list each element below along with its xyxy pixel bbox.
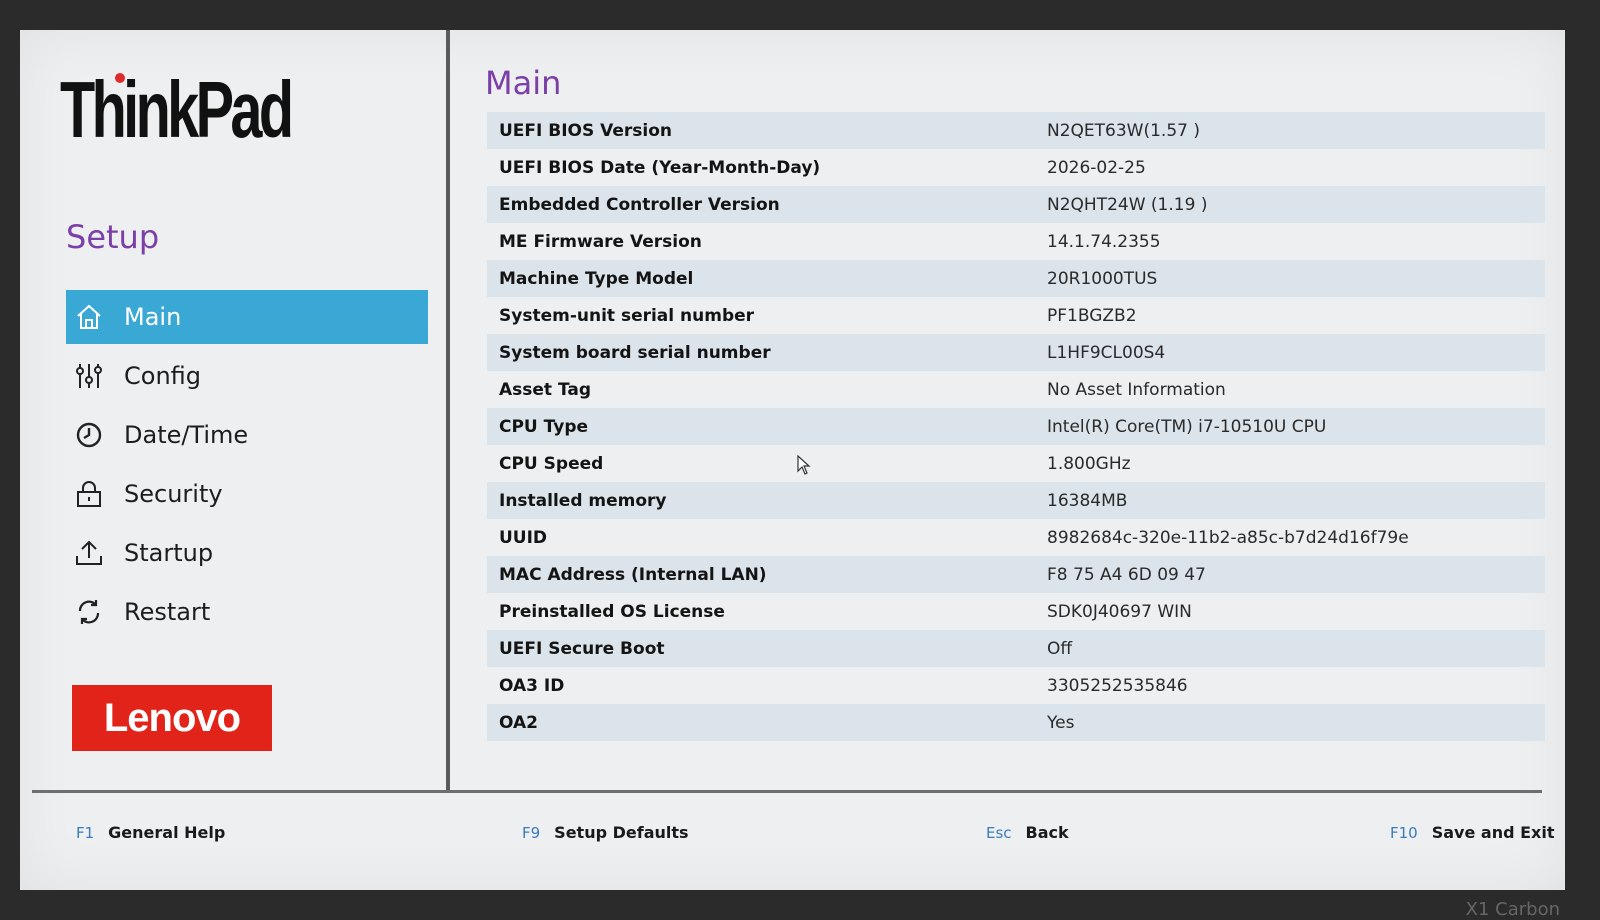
vertical-divider xyxy=(446,30,450,790)
sliders-icon xyxy=(74,361,104,391)
nav-item-label: Config xyxy=(124,362,202,390)
info-row: UEFI BIOS Date (Year-Month-Day) 2026-02-2… xyxy=(487,149,1545,186)
info-label: Machine Type Model xyxy=(499,268,694,289)
key-label: F9 xyxy=(522,824,541,842)
info-value: 2026-02-25 xyxy=(1047,157,1146,178)
info-value: N2QET63W(1.57 ) xyxy=(1047,120,1200,141)
setup-defaults-key[interactable]: F9 Setup Defaults xyxy=(522,823,689,842)
bezel-model-label: X1 Carbon xyxy=(1465,899,1560,920)
help-key[interactable]: F1 General Help xyxy=(76,823,225,842)
info-label: System board serial number xyxy=(499,342,771,363)
thinkpad-red-dot xyxy=(115,73,125,83)
key-action: Setup Defaults xyxy=(554,823,689,842)
info-row: ME Firmware Version 14.1.74.2355 xyxy=(487,223,1545,260)
info-label: Installed memory xyxy=(499,490,667,511)
info-label: CPU Type xyxy=(499,416,589,437)
info-row: System board serial number L1HF9CL00S4 xyxy=(487,334,1545,371)
key-action: Save and Exit xyxy=(1431,823,1555,842)
info-value: N2QHT24W (1.19 ) xyxy=(1047,194,1208,215)
page-title: Main xyxy=(485,64,562,102)
info-label: UEFI BIOS Date (Year-Month-Day) xyxy=(499,157,821,178)
lock-icon xyxy=(74,479,104,509)
key-label: F1 xyxy=(76,824,95,842)
lenovo-logo: Lenovo xyxy=(72,685,272,751)
info-label: UEFI BIOS Version xyxy=(499,120,673,141)
info-row: Preinstalled OS License SDK0J40697 WIN xyxy=(487,593,1545,630)
key-label: Esc xyxy=(986,824,1012,842)
setup-title: Setup xyxy=(66,218,160,256)
nav-item-security[interactable]: Security xyxy=(66,467,428,521)
info-label: OA2 xyxy=(499,712,538,733)
info-value: Yes xyxy=(1047,712,1075,733)
nav-item-label: Date/Time xyxy=(124,421,249,449)
info-row: OA2 Yes xyxy=(487,704,1545,741)
info-value: L1HF9CL00S4 xyxy=(1047,342,1166,363)
info-value: Intel(R) Core(TM) i7-10510U CPU xyxy=(1047,416,1327,437)
info-value: No Asset Information xyxy=(1047,379,1226,400)
info-value: 1.800GHz xyxy=(1047,453,1131,474)
info-row: Embedded Controller Version N2QHT24W (1.1… xyxy=(487,186,1545,223)
key-action: Back xyxy=(1025,823,1069,842)
footer-divider xyxy=(32,790,1542,793)
nav-item-config[interactable]: Config xyxy=(66,349,428,403)
nav-item-label: Startup xyxy=(124,539,214,567)
info-label: OA3 ID xyxy=(499,675,565,696)
footer-bar: F1 General Help F9 Setup Defaults Esc Ba… xyxy=(20,805,1565,855)
info-value: 8982684c-320e-11b2-a85c-b7d24d16f79e xyxy=(1047,527,1409,548)
save-and-exit-key[interactable]: F10 Save and Exit xyxy=(1390,823,1554,842)
info-row: System-unit serial number PF1BGZB2 xyxy=(487,297,1545,334)
info-row: CPU Speed 1.800GHz xyxy=(487,445,1545,482)
info-label: Preinstalled OS License xyxy=(499,601,725,622)
info-row: OA3 ID 3305252535846 xyxy=(487,667,1545,704)
info-row: Machine Type Model 20R1000TUS xyxy=(487,260,1545,297)
bios-screen: ThinkPad Setup Main Config Date/Time Sec… xyxy=(20,30,1565,890)
upload-icon xyxy=(74,538,104,568)
restart-icon xyxy=(74,597,104,627)
clock-icon xyxy=(74,420,104,450)
nav-item-restart[interactable]: Restart xyxy=(66,585,428,639)
info-row: UUID 8982684c-320e-11b2-a85c-b7d24d16f79e xyxy=(487,519,1545,556)
main-panel: Main UEFI BIOS Version N2QET63W(1.57 ) UE… xyxy=(465,30,1545,790)
info-label: Embedded Controller Version xyxy=(499,194,780,215)
nav-item-date-time[interactable]: Date/Time xyxy=(66,408,428,462)
info-value: Off xyxy=(1047,638,1073,659)
sidebar: ThinkPad Setup Main Config Date/Time Sec… xyxy=(20,30,460,810)
system-info-table: UEFI BIOS Version N2QET63W(1.57 ) UEFI BI… xyxy=(487,112,1545,741)
key-action: General Help xyxy=(108,823,226,842)
info-row: CPU Type Intel(R) Core(TM) i7-10510U CPU xyxy=(487,408,1545,445)
info-value: 16384MB xyxy=(1047,490,1128,511)
info-value: 20R1000TUS xyxy=(1047,268,1158,289)
nav-item-label: Security xyxy=(124,480,223,508)
info-label: MAC Address (Internal LAN) xyxy=(499,564,767,585)
info-label: Asset Tag xyxy=(499,379,592,400)
info-row: UEFI Secure Boot Off xyxy=(487,630,1545,667)
info-value: SDK0J40697 WIN xyxy=(1047,601,1192,622)
info-value: 3305252535846 xyxy=(1047,675,1188,696)
mouse-cursor-icon xyxy=(797,455,811,475)
info-value: F8 75 A4 6D 09 47 xyxy=(1047,564,1206,585)
info-value: 14.1.74.2355 xyxy=(1047,231,1161,252)
nav-item-label: Main xyxy=(124,303,182,331)
info-row: MAC Address (Internal LAN) F8 75 A4 6D 09… xyxy=(487,556,1545,593)
nav-menu: Main Config Date/Time Security Startup R… xyxy=(66,290,428,644)
home-icon xyxy=(74,302,104,332)
thinkpad-logo: ThinkPad xyxy=(60,65,294,154)
info-label: ME Firmware Version xyxy=(499,231,702,252)
info-row: UEFI BIOS Version N2QET63W(1.57 ) xyxy=(487,112,1545,149)
nav-item-startup[interactable]: Startup xyxy=(66,526,428,580)
info-value: PF1BGZB2 xyxy=(1047,305,1137,326)
info-label: System-unit serial number xyxy=(499,305,755,326)
nav-item-label: Restart xyxy=(124,598,211,626)
info-label: UUID xyxy=(499,527,548,548)
back-key[interactable]: Esc Back xyxy=(986,823,1069,842)
info-row: Asset Tag No Asset Information xyxy=(487,371,1545,408)
info-row: Installed memory 16384MB xyxy=(487,482,1545,519)
key-label: F10 xyxy=(1390,824,1418,842)
info-label: UEFI Secure Boot xyxy=(499,638,665,659)
info-label: CPU Speed xyxy=(499,453,604,474)
nav-item-main[interactable]: Main xyxy=(66,290,428,344)
